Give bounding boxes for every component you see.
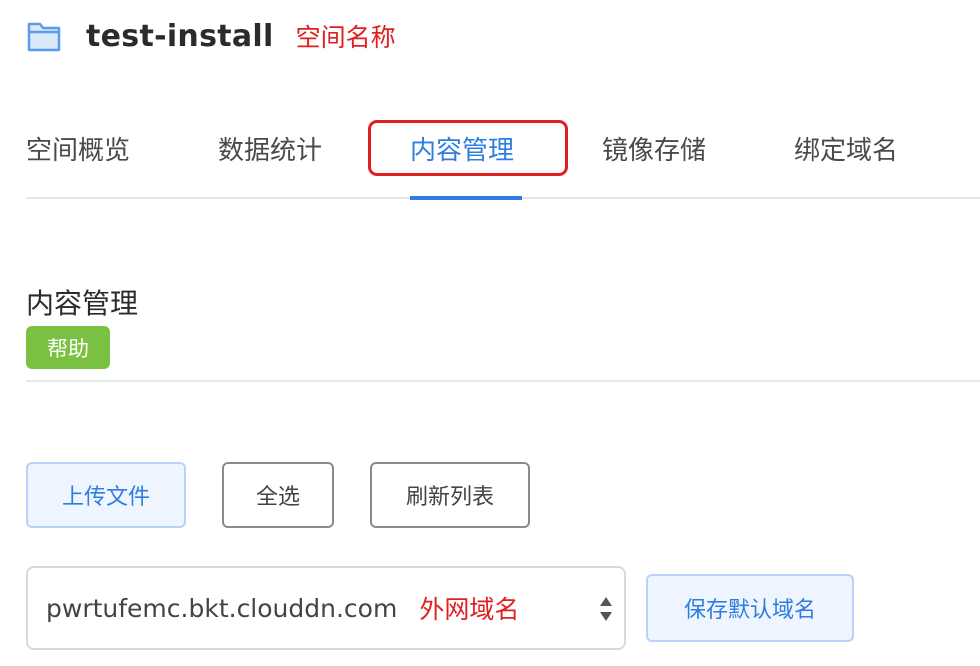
upload-file-button[interactable]: 上传文件 xyxy=(26,462,186,528)
section-title: 内容管理 xyxy=(26,287,139,320)
tab-mirror-storage[interactable]: 镜像存储 xyxy=(602,130,706,167)
external-domain-annotation: 外网域名 xyxy=(419,595,520,624)
tab-bind-domain[interactable]: 绑定域名 xyxy=(794,130,898,167)
highlight-annotation-box xyxy=(368,120,568,176)
space-name-annotation: 空间名称 xyxy=(295,23,396,52)
page-header: test-install 空间名称 xyxy=(26,14,396,58)
save-default-domain-button[interactable]: 保存默认域名 xyxy=(646,574,854,642)
tab-space-overview[interactable]: 空间概览 xyxy=(26,130,130,167)
tab-data-statistics[interactable]: 数据统计 xyxy=(218,130,322,167)
help-button[interactable]: 帮助 xyxy=(26,326,110,369)
page: test-install 空间名称 空间概览 数据统计 内容管理 镜像存储 绑定… xyxy=(0,0,980,666)
select-all-button[interactable]: 全选 xyxy=(222,462,334,528)
active-tab-indicator xyxy=(410,196,522,200)
refresh-list-button[interactable]: 刷新列表 xyxy=(370,462,530,528)
domain-select-value: pwrtufemc.bkt.clouddn.com xyxy=(46,593,398,623)
section-divider xyxy=(26,380,980,382)
domain-select[interactable]: pwrtufemc.bkt.clouddn.com 外网域名 xyxy=(26,566,626,650)
folder-icon xyxy=(26,18,62,54)
space-title: test-install xyxy=(86,18,274,54)
tab-bar: 空间概览 数据统计 内容管理 镜像存储 绑定域名 xyxy=(26,118,980,200)
select-arrows-icon xyxy=(598,594,614,624)
